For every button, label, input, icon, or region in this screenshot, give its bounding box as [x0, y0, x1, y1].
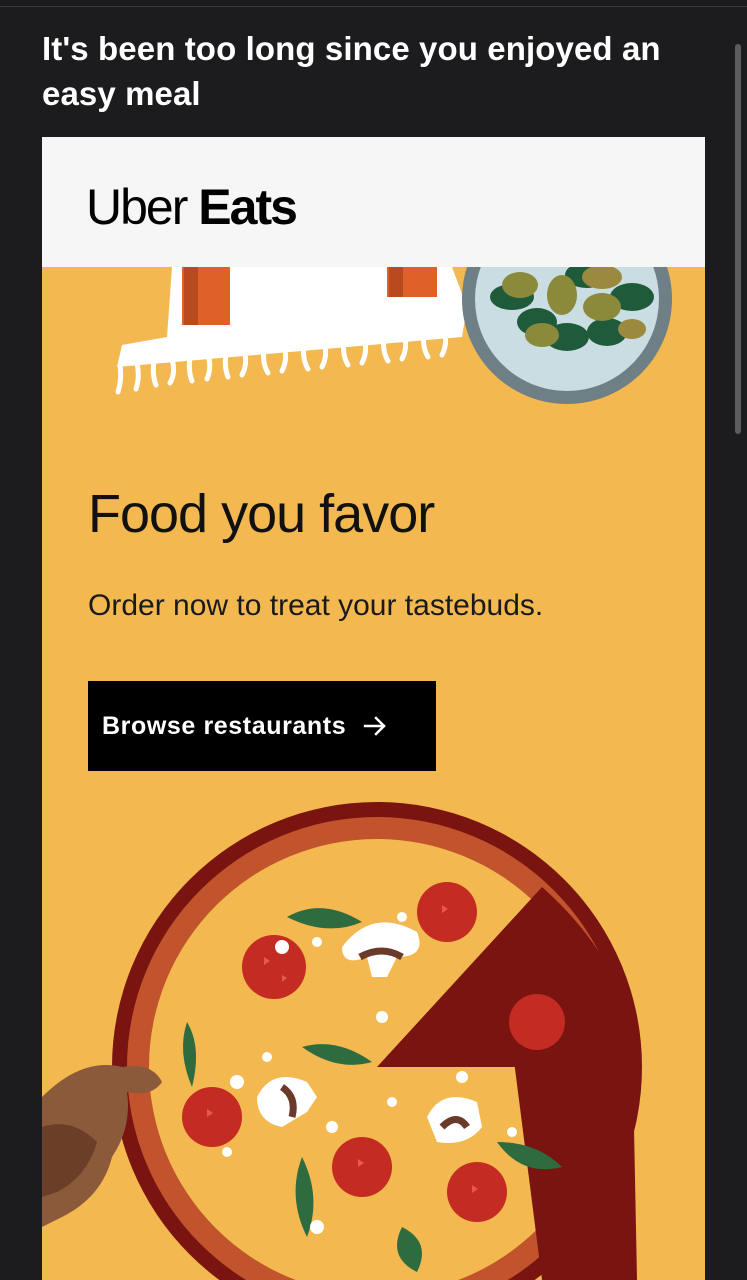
pizza-illustration: [42, 802, 642, 1280]
logo-uber: Uber: [86, 179, 188, 235]
uber-eats-logo[interactable]: Uber Eats: [86, 177, 298, 237]
browse-restaurants-button[interactable]: Browse restaurants: [88, 681, 436, 771]
email-header: Uber Eats: [42, 137, 705, 267]
arrow-right-icon: [364, 716, 386, 736]
email-subject: It's been too long since you enjoyed an …: [42, 30, 661, 112]
scrollbar[interactable]: [735, 44, 741, 434]
logo-eats: Eats: [198, 179, 298, 235]
subtext: Order now to treat your tastebuds.: [88, 589, 544, 622]
top-divider: [0, 6, 747, 7]
headline: Food you favor: [88, 484, 435, 544]
browse-restaurants-label: Browse restaurants: [102, 711, 347, 740]
napkin-olives-illustration: [115, 267, 672, 404]
email-card: Uber Eats Food you favor Order now to tr…: [42, 137, 705, 1280]
